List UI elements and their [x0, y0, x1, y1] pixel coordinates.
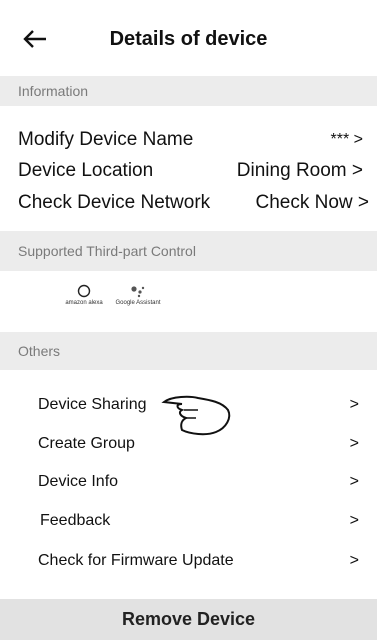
device-info-row[interactable]: Device Info >: [0, 469, 377, 499]
create-group-row[interactable]: Create Group >: [0, 431, 377, 461]
firmware-update-row[interactable]: Check for Firmware Update >: [0, 548, 377, 578]
logo-label: Google Assistant: [115, 300, 161, 306]
row-label: Feedback: [40, 512, 111, 529]
remove-device-button[interactable]: Remove Device: [0, 599, 377, 640]
row-label: Modify Device Name: [18, 129, 194, 150]
row-label: Create Group: [38, 435, 135, 452]
chevron-right-icon: >: [349, 396, 359, 413]
section-third-party: Supported Third-part Control: [0, 231, 377, 271]
chevron-right-icon: >: [349, 552, 359, 569]
google-assistant-icon: [131, 286, 145, 298]
section-others: Others: [0, 332, 377, 370]
check-device-network-row[interactable]: Check Device Network Check Now >: [0, 192, 377, 218]
section-label: Supported Third-part Control: [18, 243, 196, 259]
feedback-row[interactable]: Feedback >: [0, 508, 377, 538]
row-value: Check Now >: [255, 192, 369, 213]
row-label: Device Info: [38, 473, 119, 490]
logo-label: amazon alexa: [65, 300, 103, 306]
row-label: Check Device Network: [18, 192, 211, 213]
chevron-right-icon: >: [349, 473, 359, 490]
alexa-logo: amazon alexa: [62, 284, 106, 306]
row-label: Device Location: [18, 160, 154, 181]
row-label: Check for Firmware Update: [38, 552, 234, 569]
row-value: Dining Room >: [236, 160, 363, 181]
section-label: Information: [18, 83, 89, 99]
section-label: Others: [18, 343, 61, 359]
device-location-row[interactable]: Device Location Dining Room >: [0, 160, 377, 186]
header: Details of device: [0, 0, 377, 76]
chevron-right-icon: >: [349, 435, 359, 452]
page-title: Details of device: [109, 28, 268, 50]
google-assistant-logo: Google Assistant: [112, 284, 164, 306]
chevron-right-icon: >: [349, 512, 359, 529]
row-label: Device Sharing: [38, 396, 147, 413]
alexa-icon: [77, 284, 91, 298]
section-information: Information: [0, 76, 377, 106]
third-party-logos: amazon alexa Google Assistant: [0, 278, 377, 328]
row-value: *** >: [330, 131, 363, 148]
modify-device-name-row[interactable]: Modify Device Name *** >: [0, 129, 377, 155]
